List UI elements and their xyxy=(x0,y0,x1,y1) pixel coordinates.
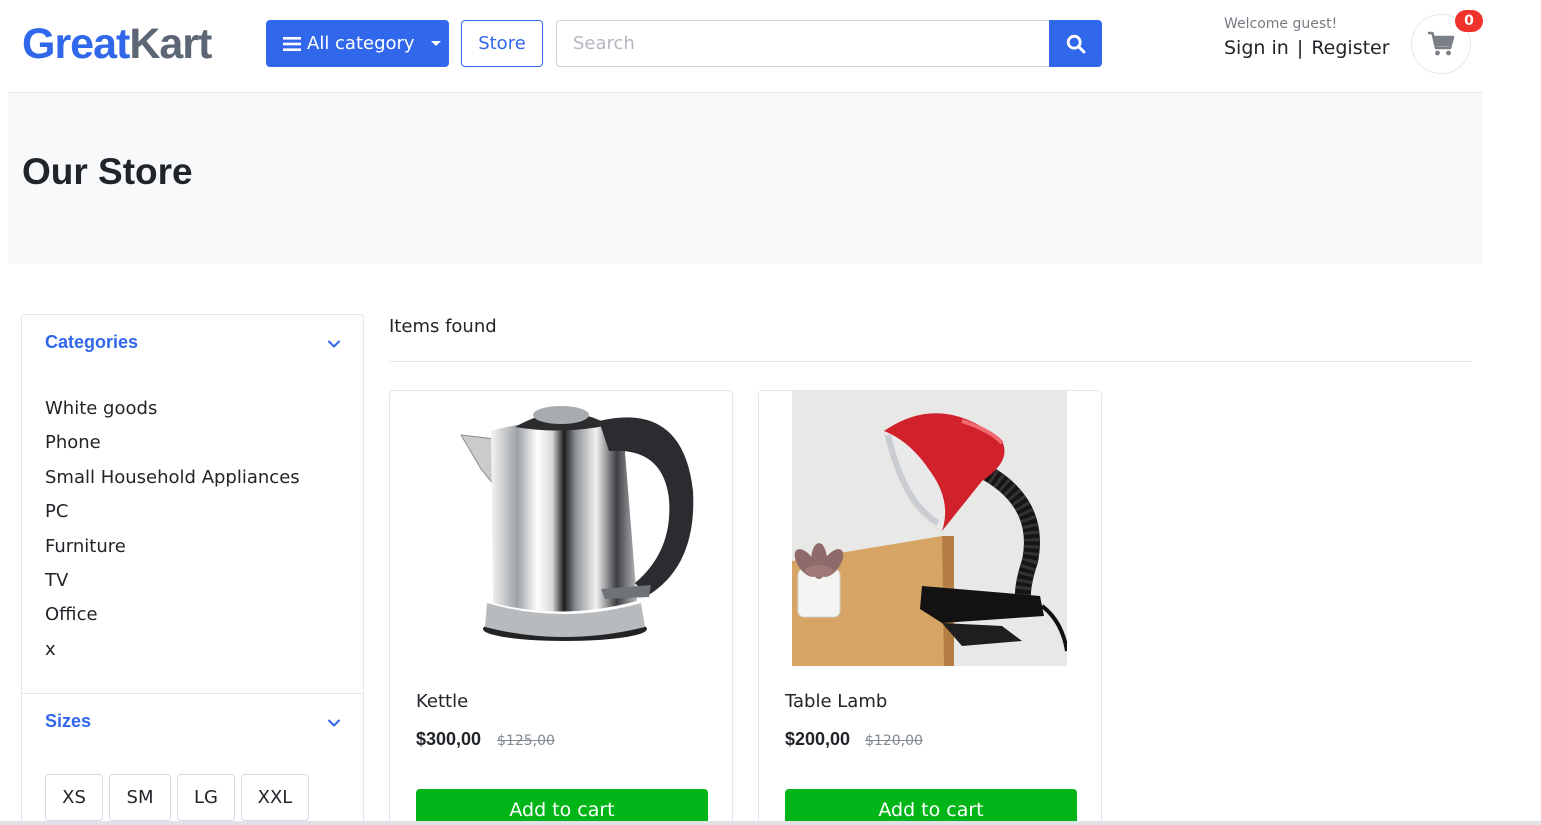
category-item[interactable]: Phone xyxy=(45,429,300,463)
sizes-heading[interactable]: Sizes xyxy=(45,711,91,732)
size-option[interactable]: XXL xyxy=(241,774,309,821)
filter-sidebar: Categories White goods Phone Small House… xyxy=(21,314,364,825)
shopping-cart-icon xyxy=(1428,31,1455,56)
sign-in-link[interactable]: Sign in xyxy=(1224,37,1289,59)
product-price: $300,00 xyxy=(416,729,482,749)
product-card: Kettle $300,00 $125,00 Add to cart xyxy=(389,390,733,825)
add-to-cart-button[interactable]: Add to cart xyxy=(416,789,708,825)
all-category-button[interactable]: All category xyxy=(266,20,449,67)
table-lamp-image[interactable] xyxy=(792,391,1067,666)
search-input[interactable] xyxy=(556,20,1050,67)
page-title: Our Store xyxy=(22,151,193,192)
search-icon xyxy=(1066,34,1085,53)
search-button[interactable] xyxy=(1049,20,1102,67)
site-header: GreatKart All category Store Welcome gue… xyxy=(0,0,1541,92)
category-item[interactable]: PC xyxy=(45,498,300,532)
category-item[interactable]: TV xyxy=(45,567,300,601)
category-item[interactable]: Furniture xyxy=(45,533,300,567)
items-found-label: Items found xyxy=(389,316,497,337)
kettle-image[interactable] xyxy=(423,391,698,666)
product-old-price: $120,00 xyxy=(865,733,923,749)
category-item[interactable]: Small Household Appliances xyxy=(45,464,300,498)
logo-part-kart: Kart xyxy=(129,20,212,68)
caret-down-icon xyxy=(430,41,441,46)
logo-part-great: Great xyxy=(22,20,130,68)
product-card: Table Lamb $200,00 $120,00 Add to cart xyxy=(758,390,1102,825)
size-option[interactable]: LG xyxy=(177,774,235,821)
size-option[interactable]: XS xyxy=(45,774,103,821)
search-form xyxy=(556,20,1102,67)
add-to-cart-button[interactable]: Add to cart xyxy=(785,789,1077,825)
size-options: XS SM LG XXL xyxy=(45,774,309,821)
logo[interactable]: GreatKart xyxy=(22,20,212,68)
all-category-label: All category xyxy=(307,33,415,54)
product-name[interactable]: Table Lamb xyxy=(785,691,887,712)
chevron-down-icon[interactable] xyxy=(326,336,342,352)
size-option[interactable]: SM xyxy=(109,774,171,821)
product-old-price: $125,00 xyxy=(497,733,555,749)
category-item[interactable]: White goods xyxy=(45,395,300,429)
cart-count-badge: 0 xyxy=(1455,10,1483,32)
category-item[interactable]: Office xyxy=(45,601,300,635)
chevron-down-icon[interactable] xyxy=(326,715,342,731)
store-button[interactable]: Store xyxy=(461,20,543,67)
auth-separator: | xyxy=(1296,37,1304,59)
welcome-text: Welcome guest! xyxy=(1224,16,1338,32)
page-banner: Our Store xyxy=(8,92,1483,264)
main-divider xyxy=(389,361,1472,362)
window-bottom-edge xyxy=(0,821,1541,825)
categories-heading[interactable]: Categories xyxy=(45,332,138,353)
sidebar-divider xyxy=(22,693,363,694)
product-price: $200,00 xyxy=(785,729,851,749)
register-link[interactable]: Register xyxy=(1311,37,1389,59)
product-name[interactable]: Kettle xyxy=(416,691,468,712)
auth-links: Sign in | Register xyxy=(1224,37,1390,59)
category-list: White goods Phone Small Household Applia… xyxy=(45,395,300,670)
menu-icon xyxy=(283,36,301,51)
category-item[interactable]: x xyxy=(45,636,300,670)
